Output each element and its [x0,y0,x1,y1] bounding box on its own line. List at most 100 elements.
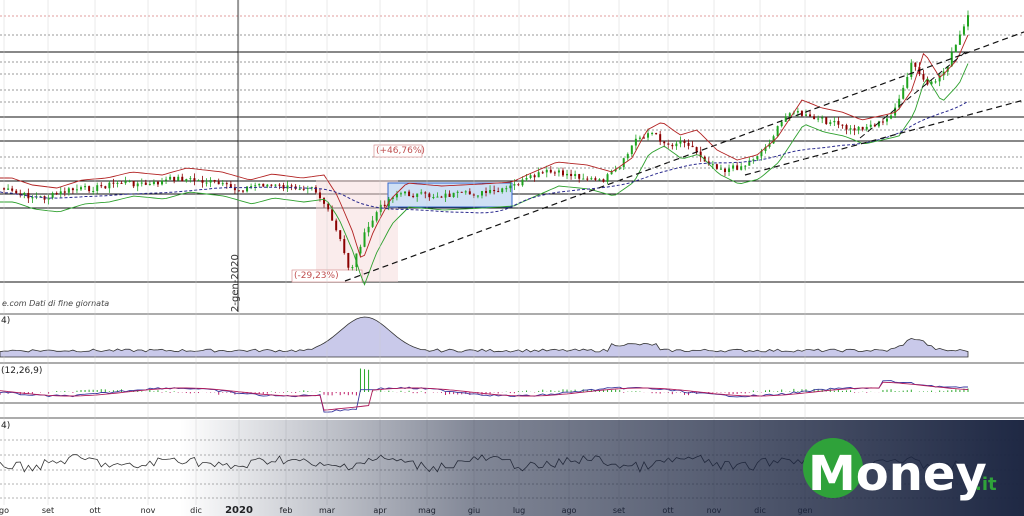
candle-body [541,172,544,174]
candle-body [75,189,78,191]
candle-body [242,190,245,192]
candle-body [667,143,670,145]
candle-body [71,188,74,191]
x-tick-label: nov [141,506,156,515]
candle-body [15,190,18,194]
candle-body [262,183,265,187]
candle-body [88,186,91,192]
logo-tld: .it [975,474,997,495]
candle-body [225,183,228,185]
candle-body [505,188,508,190]
candle-body [756,156,759,160]
candle-body [691,145,694,148]
candle-body [278,184,281,186]
macd-line [0,380,969,413]
candle-body [67,188,70,193]
candle-body [740,166,743,170]
candle-body [177,176,180,181]
candle-body [339,230,342,239]
candle-body [363,232,366,247]
candle-body [647,133,650,138]
candle-body [112,182,115,184]
candle-body [189,178,192,180]
candle-body [525,177,528,180]
candle-body [809,114,812,117]
candle-body [351,267,354,269]
candle-body [922,74,925,80]
candle-body [383,204,386,207]
candle-body [448,193,451,198]
candle-body [436,196,439,198]
candle-body [804,114,807,116]
candle-body [266,184,269,187]
candle-body [217,181,220,185]
upper-band [0,34,969,258]
source-note: e.com Dati di fine giornata [2,299,109,308]
candle-body [776,126,779,137]
candle-body [359,246,362,254]
candle-body [711,164,714,166]
candle-body [209,179,212,183]
candle-body [813,116,816,119]
candle-body [100,185,103,187]
candle-body [780,121,783,127]
trend-line-long [344,31,1024,282]
candle-body [586,178,589,180]
candle-body [148,183,151,185]
volatility-panel [0,316,969,358]
candle-body [663,141,666,144]
candle-body [683,141,686,143]
candle-body [205,182,208,184]
candle-body [432,197,435,199]
candle-body [193,178,196,181]
volatility-area [0,316,969,358]
candle-body [152,181,155,184]
candle-body [719,168,722,170]
candle-body [914,62,917,67]
candle-body [140,182,143,184]
candle-body [318,192,321,199]
candle-body [108,182,111,189]
candle-body [404,191,407,194]
candle-body [408,191,411,196]
candle-body [23,192,26,196]
candle-body [557,170,560,173]
candle-body [371,220,374,227]
candle-body [967,15,969,27]
candle-body [428,193,431,198]
candle-body [788,113,791,117]
candle-body [958,34,961,45]
candle-body [671,144,674,147]
candle-body [566,173,569,176]
candle-body [821,117,824,119]
candle-body [51,193,54,198]
candle-body [598,179,601,181]
candle-body [869,124,872,127]
candle-body [464,191,467,193]
candle-body [96,185,99,191]
candle-body [11,188,14,191]
logo-text: Money [808,446,987,502]
candle-body [626,154,629,159]
candle-body [132,180,135,187]
vol-label: 4) [1,316,10,326]
x-tick-label: go [0,506,9,515]
candle-body [687,142,690,146]
candle-body [274,184,277,186]
candle-body [229,184,232,188]
candle-body [460,191,463,193]
candle-body [954,44,957,53]
candle-body [124,181,127,184]
candle-body [136,183,139,187]
candle-body [282,185,285,189]
candle-body [169,176,172,180]
candle-body [744,165,747,167]
candle-body [630,145,633,155]
candle-body [675,143,678,147]
candle-body [165,179,168,181]
candle-body [849,128,852,130]
candle-body [375,212,378,221]
candle-body [84,186,87,188]
candle-body [736,165,739,170]
candle-body [331,209,334,221]
